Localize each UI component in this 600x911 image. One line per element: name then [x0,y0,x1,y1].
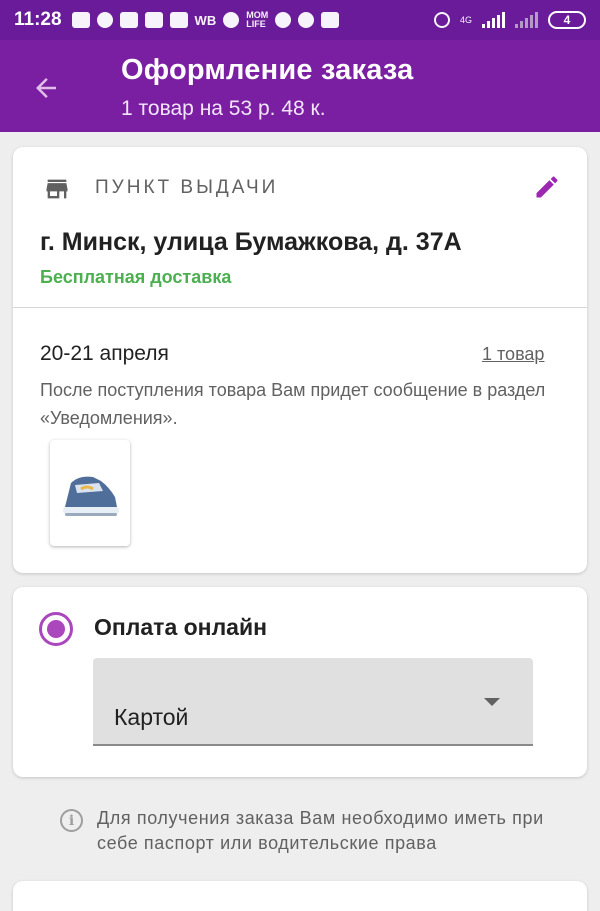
video-icon [144,12,163,28]
video-icon [119,12,138,28]
payment-online-radio[interactable] [39,612,73,646]
status-time: 11:28 [14,9,62,30]
signal-icon [515,12,538,28]
payment-method-value: Картой [114,704,189,730]
pickup-label: ПУНКТ ВЫДАЧИ [95,177,279,198]
back-button[interactable] [28,70,64,106]
momlife-icon: MOM LIFE [246,10,269,29]
shopping-bag-icon [169,12,188,28]
pickup-card: ПУНКТ ВЫДАЧИ г. Минск, улица Бумажкова, … [13,147,587,573]
shoe-image [63,476,119,516]
ok-icon [275,12,292,28]
pickup-address: г. Минск, улица Бумажкова, д. 37А [40,228,462,256]
status-bar: 11:28 WB MOM LIFE 4G 4 [0,0,600,40]
edit-address-button[interactable] [533,173,561,201]
payment-method-select[interactable]: Картой [93,658,533,746]
documents-note: Для получения заказа Вам необходимо имет… [97,808,544,853]
payment-card: Оплата онлайн Картой [13,587,587,777]
pencil-icon [536,176,558,198]
payment-option-label: Оплата онлайн [94,614,268,640]
message-icon [71,12,90,28]
dropdown-arrow-icon [484,698,500,706]
app-bar: Оформление заказа 1 товар на 53 р. 48 к. [0,40,600,132]
mute-icon [433,12,450,28]
delivery-cost: Бесплатная доставка [40,267,232,287]
delivery-date: 20-21 апреля [40,342,169,365]
product-thumbnail[interactable] [50,440,130,546]
next-card [13,881,587,911]
pin-icon [223,12,240,28]
notification-note: После поступления товара Вам придет сооб… [40,380,546,428]
battery-icon: 4 [548,11,586,29]
page-title: Оформление заказа [121,54,414,86]
sneaker-icon [96,12,113,28]
trash-icon [321,12,340,28]
arrow-left-icon [36,78,56,98]
store-icon [43,175,71,208]
network-type: 4G [459,15,472,25]
system-status: 4G 4 [433,11,586,29]
notification-icons: WB MOM LIFE [71,10,340,29]
order-summary: 1 товар на 53 р. 48 к. [121,97,326,120]
items-link[interactable]: 1 товар [482,344,544,365]
signal-icon [482,12,505,28]
wb-icon: WB [194,12,217,28]
divider [13,307,587,308]
info-icon: i [60,809,83,832]
radio-selected-dot [47,620,65,638]
sneaker-icon [298,12,315,28]
